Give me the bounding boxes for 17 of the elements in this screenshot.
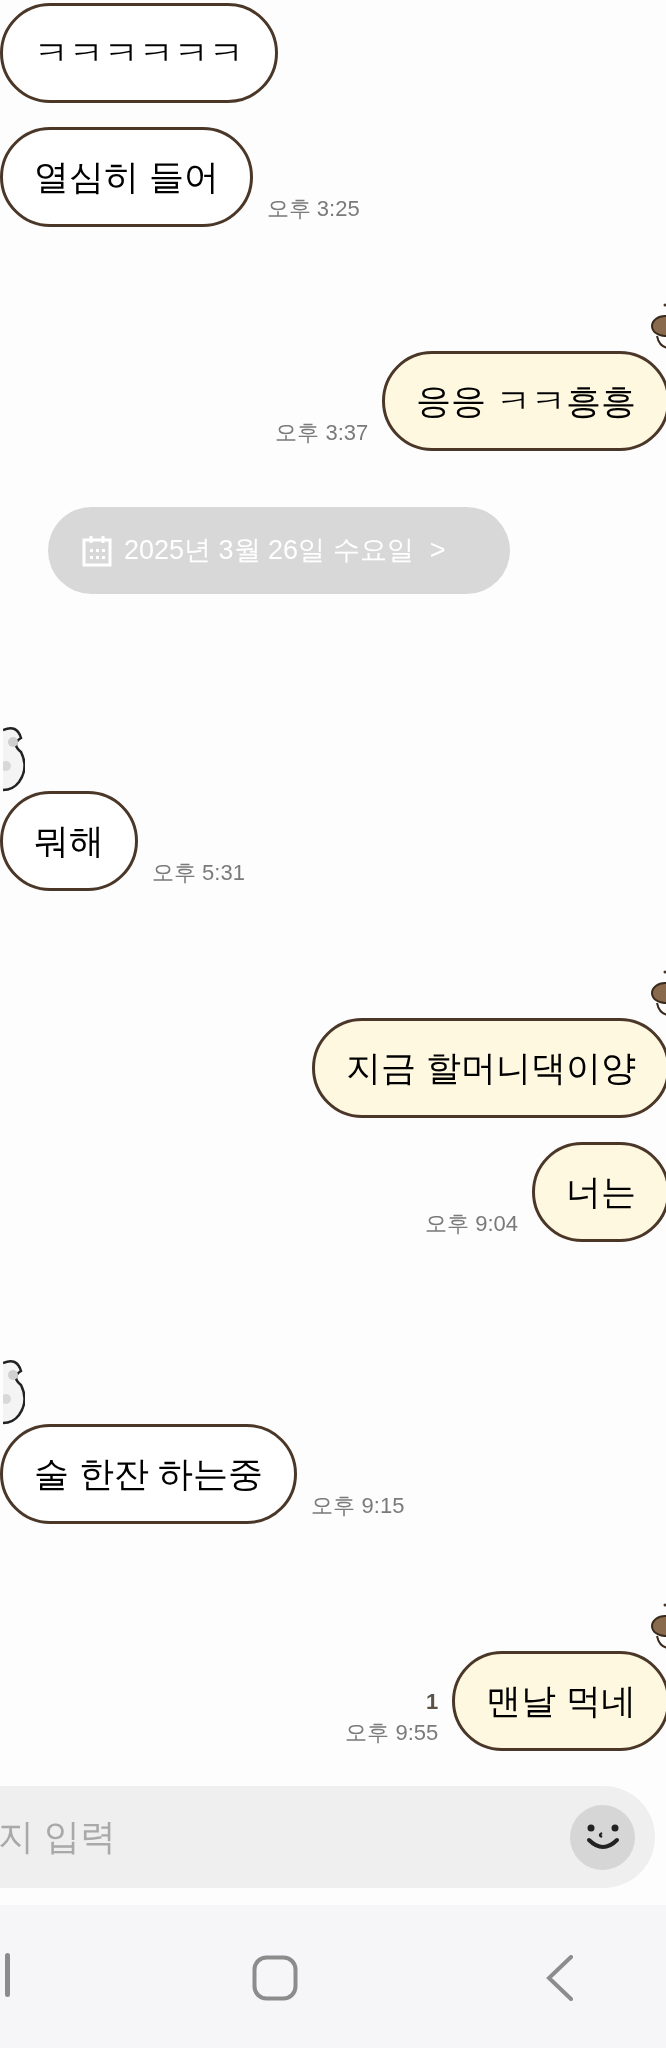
message-time: 오후 3:25	[266, 195, 360, 223]
message-time: 오후 3:37	[275, 419, 369, 447]
message-bubble: 열심히 들어	[0, 127, 253, 227]
message-bubble: 너는	[532, 1142, 666, 1242]
message-time: 오후 9:15	[311, 1492, 405, 1520]
calendar-icon	[82, 534, 112, 567]
message-time: 오후 9:04	[425, 1210, 518, 1238]
message-input-bar[interactable]: 지 입력	[0, 1786, 655, 1888]
unread-count: 1	[426, 1688, 439, 1716]
message-time: 오후 9:55	[345, 1719, 439, 1747]
home-icon[interactable]	[252, 1955, 298, 2001]
chevron-icon: >	[429, 530, 446, 571]
back-icon[interactable]	[546, 1955, 574, 2001]
recent-apps-icon[interactable]	[5, 1953, 11, 1999]
message-input-field[interactable]: 지 입력	[0, 1807, 570, 1867]
message-time: 오후 5:31	[152, 859, 245, 887]
message-bubble: ㅋㅋㅋㅋㅋㅋ	[0, 3, 278, 103]
